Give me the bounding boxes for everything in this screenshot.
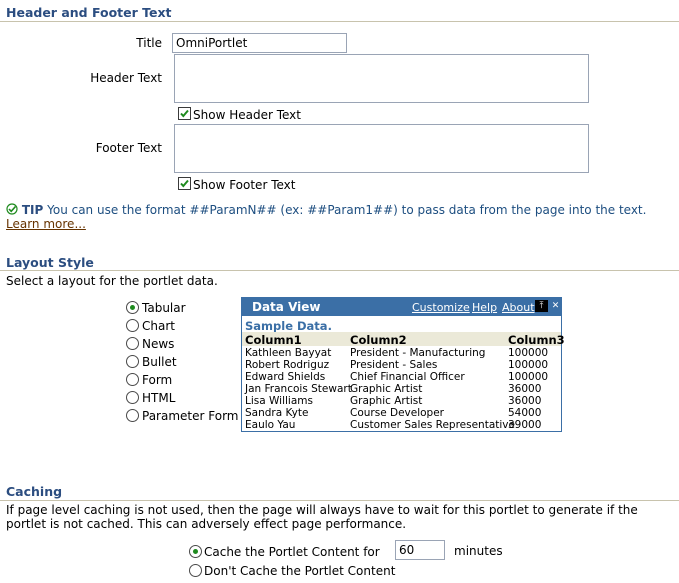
pin-icon[interactable]: ⤒: [535, 300, 548, 312]
radio-label-tabular: Tabular: [142, 301, 186, 315]
header-text-input[interactable]: [174, 54, 589, 103]
table-cell: Chief Financial Officer: [350, 371, 465, 383]
radio-label-parameter-form: Parameter Form: [142, 409, 239, 423]
radio-news[interactable]: [126, 337, 139, 350]
column-header: Column2: [350, 333, 407, 347]
data-view-preview: Data View Customize Help About ⤒ ✕ Sampl…: [241, 297, 565, 432]
table-cell: Sandra Kyte: [245, 407, 309, 419]
layout-instruction: Select a layout for the portlet data.: [6, 274, 218, 288]
section-title-layout-style: Layout Style: [6, 255, 94, 270]
section-title-caching: Caching: [6, 484, 63, 499]
checkmark-icon: [180, 179, 189, 188]
radio-label-cache-content: Cache the Portlet Content for: [204, 545, 380, 559]
footer-text-label: Footer Text: [95, 141, 162, 155]
radio-label-bullet: Bullet: [142, 355, 177, 369]
radio-label-form: Form: [142, 373, 173, 387]
title-label: Title: [136, 36, 162, 50]
sample-data-label: Sample Data.: [245, 319, 332, 333]
table-cell: 54000: [508, 407, 542, 419]
radio-tabular[interactable]: [126, 301, 139, 314]
table-cell: 100000: [508, 359, 549, 371]
data-view-title: Data View: [252, 300, 321, 314]
close-icon[interactable]: ✕: [549, 300, 562, 312]
radio-label-html: HTML: [142, 391, 176, 405]
radio-chart[interactable]: [126, 319, 139, 332]
radio-bullet[interactable]: [126, 355, 139, 368]
radio-form[interactable]: [126, 373, 139, 386]
show-footer-label: Show Footer Text: [193, 178, 296, 192]
radio-label-dont-cache: Don't Cache the Portlet Content: [204, 564, 396, 578]
footer-text-input[interactable]: [174, 124, 589, 173]
radio-label-news: News: [142, 337, 175, 351]
header-text-label: Header Text: [90, 71, 162, 85]
radio-label-chart: Chart: [142, 319, 175, 333]
tip-check-icon: [6, 203, 18, 215]
tip-message: TIP You can use the format ##ParamN## (e…: [6, 203, 656, 231]
show-header-checkbox[interactable]: [178, 107, 191, 120]
customize-link[interactable]: Customize: [412, 301, 470, 314]
table-cell: Graphic Artist: [350, 395, 423, 407]
table-cell: President - Sales: [350, 359, 438, 371]
column-header: Column1: [245, 333, 302, 347]
radio-cache-content[interactable]: [189, 545, 202, 558]
section-divider: [0, 270, 679, 271]
about-link[interactable]: About: [502, 301, 535, 314]
checkmark-icon: [180, 109, 189, 118]
table-cell: Course Developer: [350, 407, 444, 419]
section-divider: [0, 500, 679, 501]
table-cell: Customer Sales Representative: [350, 419, 515, 431]
table-cell: Jan Francois Stewart: [245, 383, 352, 395]
minutes-label: minutes: [454, 544, 503, 558]
radio-dont-cache[interactable]: [189, 564, 202, 577]
tip-text: You can use the format ##ParamN## (ex: #…: [47, 203, 647, 217]
help-link[interactable]: Help: [472, 301, 497, 314]
table-cell: Lisa Williams: [245, 395, 313, 407]
radio-parameter-form[interactable]: [126, 409, 139, 422]
show-header-label: Show Header Text: [193, 108, 301, 122]
column-header: Column3: [508, 333, 565, 347]
table-cell: Eaulo Yau: [245, 419, 296, 431]
data-view-header: Data View Customize Help About ⤒ ✕: [242, 298, 561, 316]
radio-html[interactable]: [126, 391, 139, 404]
section-divider: [0, 21, 679, 22]
caching-description: If page level caching is not used, then …: [6, 503, 638, 531]
title-input[interactable]: [172, 33, 347, 53]
tip-label: TIP: [21, 203, 44, 217]
table-cell: President - Manufacturing: [350, 347, 486, 359]
table-cell: Graphic Artist: [350, 383, 423, 395]
table-cell: 100000: [508, 347, 549, 359]
table-cell: Kathleen Bayyat: [245, 347, 332, 359]
table-cell: 36000: [508, 383, 542, 395]
learn-more-link[interactable]: Learn more...: [6, 217, 86, 231]
show-footer-checkbox[interactable]: [178, 177, 191, 190]
cache-minutes-input[interactable]: [395, 540, 445, 560]
table-cell: 36000: [508, 395, 542, 407]
table-cell: Robert Rodriguz: [245, 359, 330, 371]
table-cell: 39000: [508, 419, 542, 431]
section-title-header-footer: Header and Footer Text: [6, 5, 172, 20]
table-cell: 100000: [508, 371, 549, 383]
table-cell: Edward Shields: [245, 371, 326, 383]
